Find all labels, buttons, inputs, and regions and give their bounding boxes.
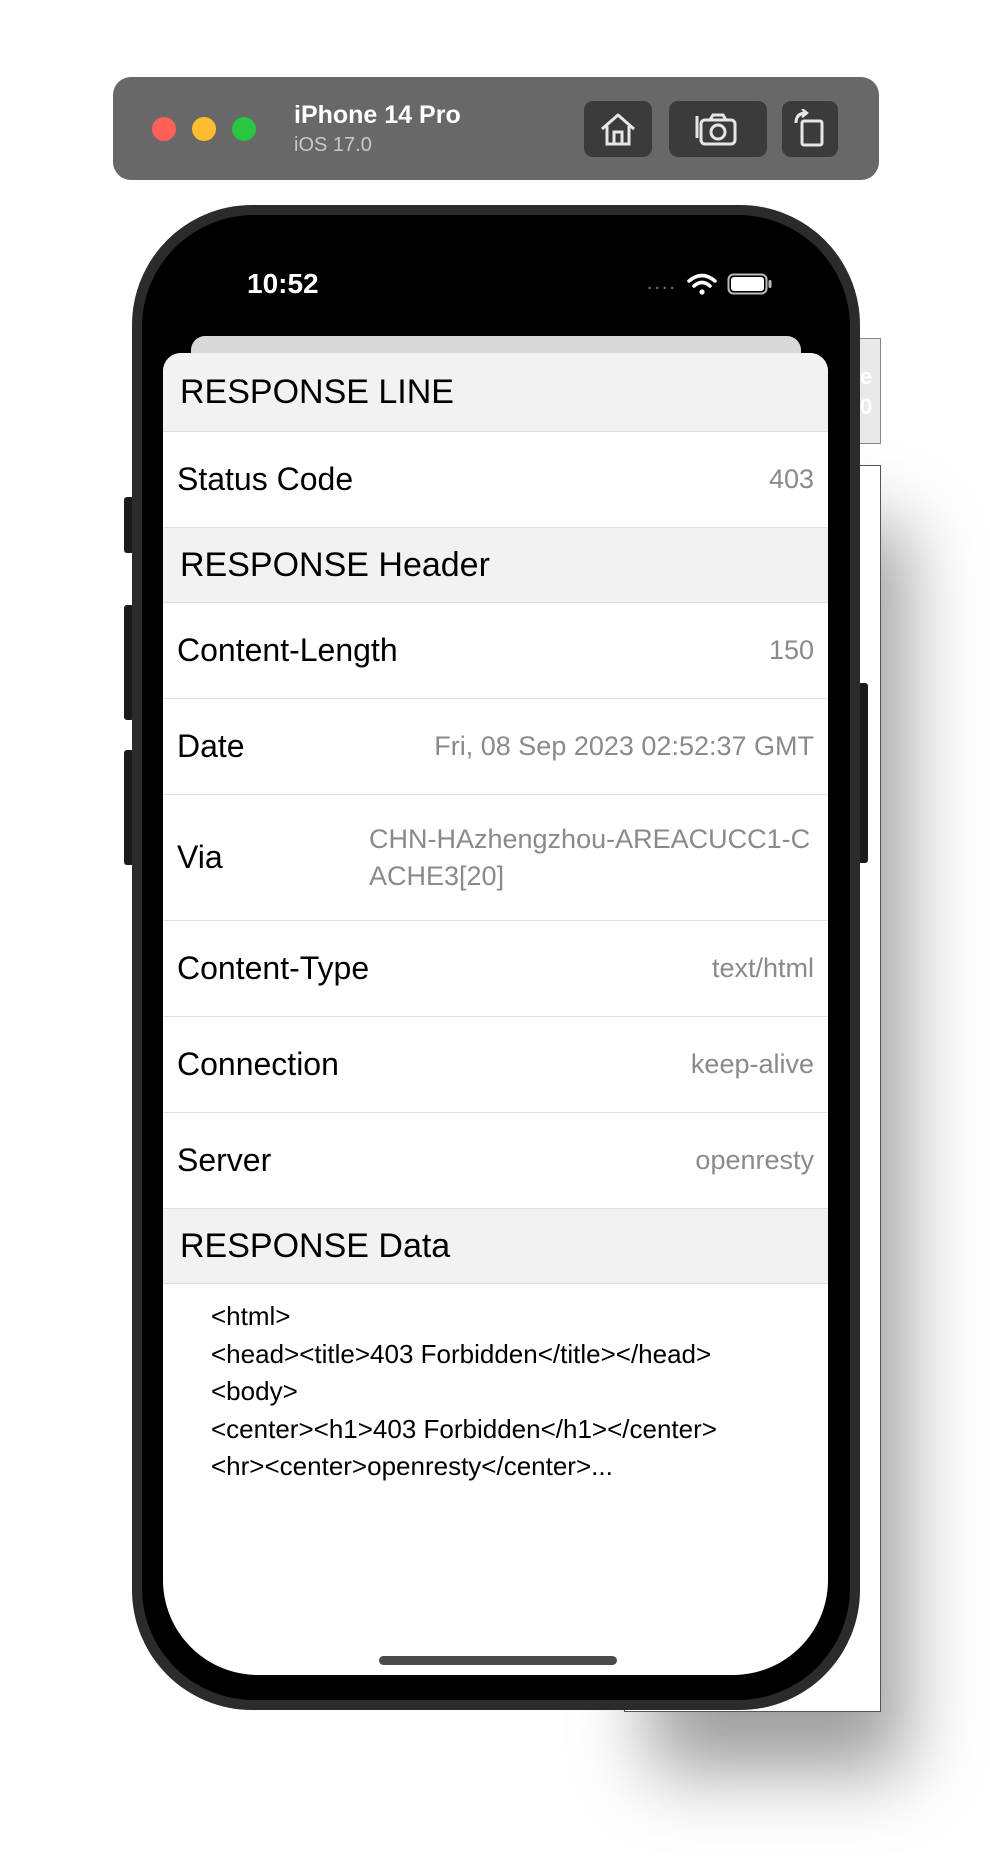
- os-version: iOS 17.0: [294, 134, 372, 156]
- response-sheet[interactable]: RESPONSE LINE Status Code 403 RESPONSE H…: [163, 353, 828, 1675]
- row-key: Via: [177, 839, 223, 875]
- row-value: 403: [768, 464, 814, 494]
- background-window-glyph: e: [860, 364, 873, 389]
- table-row: Status Code 403: [163, 432, 828, 528]
- table-row: Connection keep-alive: [163, 1017, 828, 1113]
- battery-icon: [727, 273, 772, 294]
- signal-dots: ....: [646, 272, 677, 294]
- section-title: RESPONSE Data: [180, 1226, 451, 1265]
- screenshot-button[interactable]: [669, 101, 767, 157]
- device-name: iPhone 14 Pro: [294, 101, 461, 129]
- camera-icon: [695, 113, 737, 146]
- table-row: Via CHN-HAzhengzhou-AREACUCC1-CACHE3[20]: [163, 795, 828, 921]
- simulator-toolbar: iPhone 14 Pro iOS 17.0: [113, 77, 879, 180]
- section-header-response-line: RESPONSE LINE: [163, 353, 828, 432]
- row-value: openresty: [695, 1145, 814, 1175]
- table-row: Content-Type text/html: [163, 921, 828, 1017]
- close-window-button[interactable]: [152, 117, 176, 141]
- row-key: Status Code: [177, 461, 354, 497]
- row-value: CHN-HAzhengzhou-AREACUCC1-CACHE3[20]: [369, 823, 811, 891]
- table-row: Date Fri, 08 Sep 2023 02:52:37 GMT: [163, 699, 828, 795]
- rotate-button[interactable]: [782, 101, 838, 157]
- rotate-icon: [794, 109, 824, 147]
- status-indicators: ....: [647, 272, 773, 295]
- section-header-response-header: RESPONSE Header: [163, 528, 828, 603]
- row-key: Server: [177, 1142, 272, 1178]
- row-key: Content-Length: [177, 632, 398, 668]
- row-value: Fri, 08 Sep 2023 02:52:37 GMT: [434, 731, 814, 761]
- row-value: keep-alive: [690, 1049, 814, 1079]
- background-window-glyph: 0: [860, 394, 873, 419]
- section-header-response-data: RESPONSE Data: [163, 1209, 828, 1284]
- home-indicator[interactable]: [379, 1656, 617, 1665]
- minimize-window-button[interactable]: [192, 117, 216, 141]
- table-row: Content-Length 150: [163, 603, 828, 699]
- row-key: Connection: [177, 1046, 339, 1082]
- zoom-window-button[interactable]: [232, 117, 256, 141]
- status-time: 10:52: [247, 268, 319, 299]
- section-title: RESPONSE LINE: [180, 372, 454, 411]
- wifi-icon: [687, 273, 717, 295]
- home-button[interactable]: [584, 101, 652, 157]
- row-value: 150: [768, 635, 814, 665]
- row-value: text/html: [711, 953, 814, 983]
- section-title: RESPONSE Header: [180, 545, 490, 584]
- response-body-text: <html> <head><title>403 Forbidden</title…: [211, 1301, 717, 1481]
- phone-screen: 10:52 .... RESPONSE LINE Status Code 403…: [163, 238, 828, 1675]
- row-key: Date: [177, 728, 245, 764]
- table-row: Server openresty: [163, 1113, 828, 1209]
- home-icon: [601, 113, 635, 146]
- row-key: Content-Type: [177, 950, 370, 986]
